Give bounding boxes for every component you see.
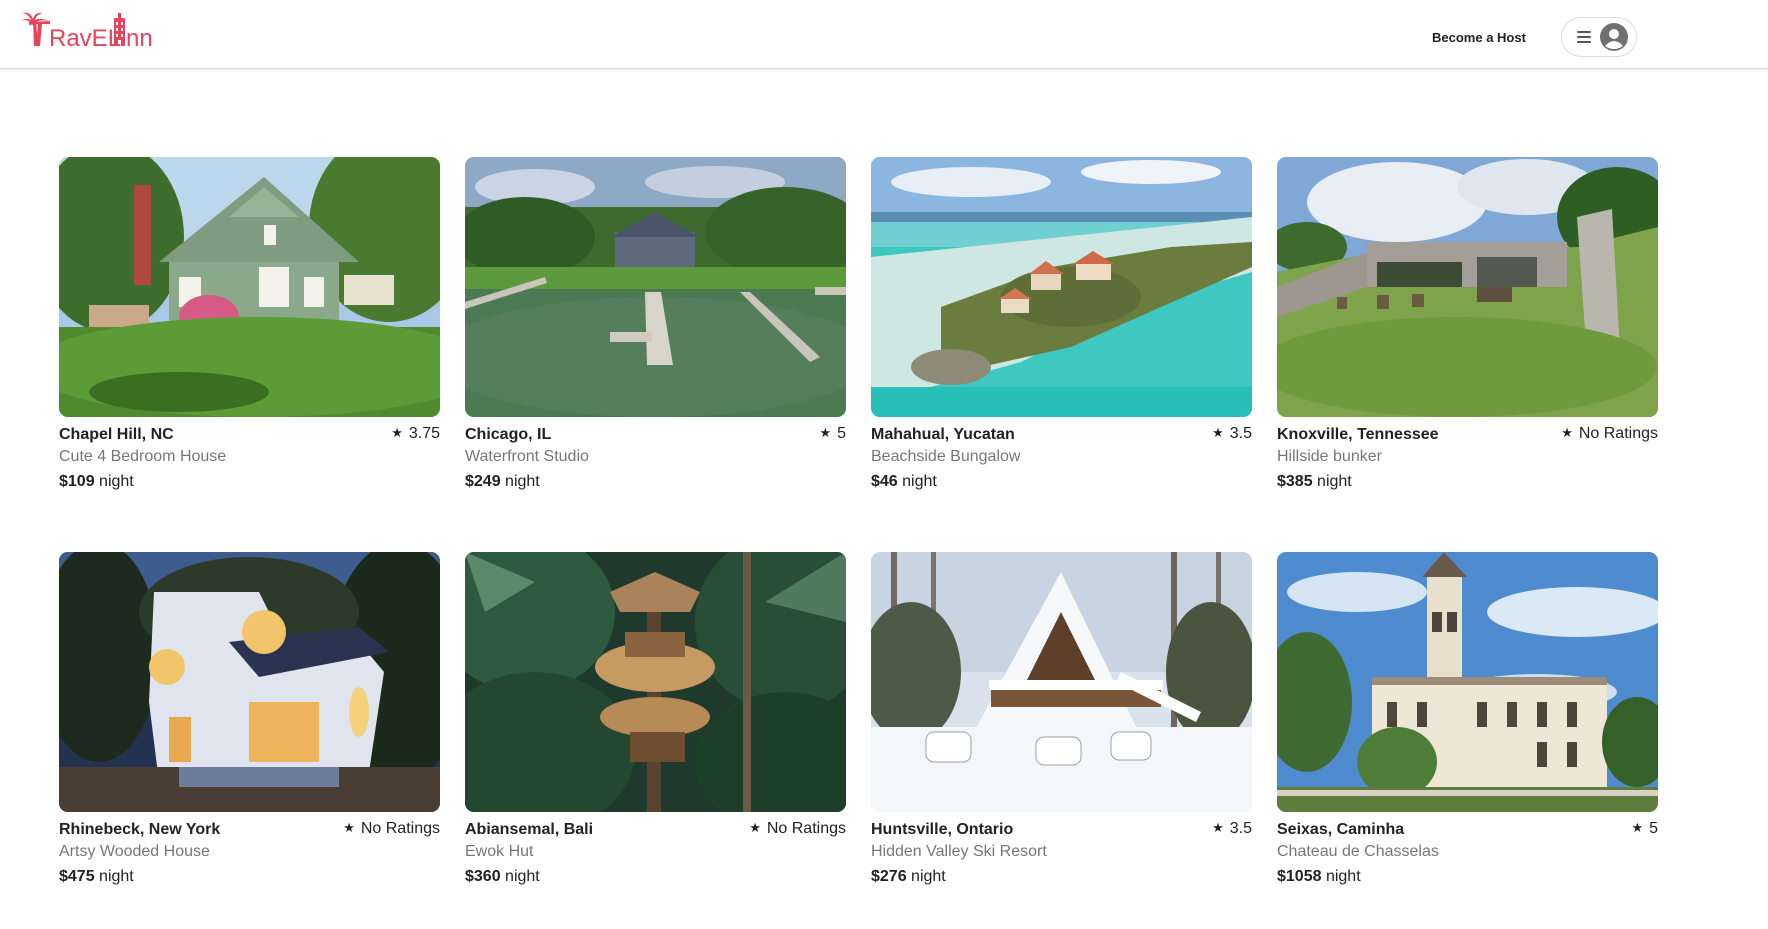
listing-location: Knoxville, Tennessee <box>1277 426 1439 443</box>
listing-photo[interactable] <box>465 157 846 417</box>
listing-photo[interactable] <box>1277 552 1658 812</box>
listing-title: Beachside Bungalow <box>871 448 1021 465</box>
price-unit: night <box>902 473 937 490</box>
rating-value: 5 <box>837 425 846 442</box>
listing-title: Ewok Hut <box>465 843 534 860</box>
listing-rating: ★ 3.5 <box>1212 820 1252 838</box>
listing-title: Artsy Wooded House <box>59 843 210 860</box>
listing-price: $475 night <box>59 868 134 886</box>
star-icon: ★ <box>1631 820 1644 835</box>
listing-card[interactable]: Seixas, Caminha ★ 5 Chateau de Chasselas … <box>1277 552 1658 892</box>
listing-photo[interactable] <box>465 552 846 812</box>
listing-price: $249 night <box>465 473 540 491</box>
user-avatar-icon <box>1600 23 1628 51</box>
price-unit: night <box>1317 473 1352 490</box>
listing-title: Waterfront Studio <box>465 448 589 465</box>
listing-photo[interactable] <box>59 552 440 812</box>
listing-photo[interactable] <box>871 552 1252 812</box>
svg-text:nn: nn <box>126 25 153 52</box>
listing-price: $276 night <box>871 868 946 886</box>
hamburger-menu-icon <box>1577 31 1591 43</box>
listing-title: Hidden Valley Ski Resort <box>871 843 1047 860</box>
price-unit: night <box>99 473 134 490</box>
travelinn-logo[interactable]: RavEL nn <box>20 8 160 52</box>
price-amount: $46 <box>871 473 898 490</box>
price-unit: night <box>1325 868 1361 885</box>
price-unit: night <box>911 868 946 885</box>
price-amount: $249 <box>465 473 501 490</box>
star-icon: ★ <box>749 820 761 835</box>
lakefront-dock-photo <box>465 157 846 417</box>
price-amount: $276 <box>871 868 907 885</box>
listing-location: Mahahual, Yucatan <box>871 426 1015 443</box>
listing-price: $46 night <box>871 473 937 491</box>
listing-price: $360 night <box>465 868 540 886</box>
rating-value: No Ratings <box>360 820 440 837</box>
listing-rating: ★ 3.5 <box>1212 425 1252 443</box>
star-icon: ★ <box>819 425 832 440</box>
price-unit: night <box>505 868 540 885</box>
listing-photo[interactable] <box>1277 157 1658 417</box>
star-icon: ★ <box>1212 820 1224 835</box>
price-unit: night <box>99 868 134 885</box>
listing-location: Abiansemal, Bali <box>465 821 594 838</box>
rating-value: 5 <box>1649 820 1658 837</box>
concrete-bunker-photo <box>1277 157 1658 417</box>
snowy-a-frame-photo <box>871 552 1252 812</box>
svg-text:RavEL: RavEL <box>49 25 121 52</box>
star-icon: ★ <box>391 425 403 440</box>
listing-card[interactable]: Huntsville, Ontario ★ 3.5 Hidden Valley S… <box>871 552 1252 892</box>
listing-card[interactable]: Chicago, IL ★ 5 Waterfront Studio $249 ni… <box>465 157 846 497</box>
price-amount: $360 <box>465 868 501 885</box>
rating-value: No Ratings <box>1578 425 1658 442</box>
price-amount: $385 <box>1277 473 1313 490</box>
listing-price: $385 night <box>1277 473 1352 491</box>
listing-location: Huntsville, Ontario <box>871 821 1014 838</box>
listing-rating: ★ No Ratings <box>343 820 440 838</box>
listing-location: Chicago, IL <box>465 426 552 443</box>
listing-rating: ★ 5 <box>819 425 846 443</box>
green-farmhouse-photo <box>59 157 440 417</box>
listing-photo[interactable] <box>871 157 1252 417</box>
rating-value: 3.75 <box>408 425 440 442</box>
listing-photo[interactable] <box>59 157 440 417</box>
price-amount: $109 <box>59 473 95 490</box>
listing-card[interactable]: Chapel Hill, NC ★ 3.75 Cute 4 Bedroom Hou… <box>59 157 440 497</box>
listing-card[interactable]: Rhinebeck, New York ★ No Ratings Artsy Wo… <box>59 552 440 892</box>
chateau-tower-photo <box>1277 552 1658 812</box>
price-unit: night <box>505 473 540 490</box>
jungle-treehouse-photo <box>465 552 846 812</box>
price-amount: $475 <box>59 868 95 885</box>
modern-white-house-photo <box>59 552 440 812</box>
listing-card[interactable]: Knoxville, Tennessee ★ No Ratings Hillsid… <box>1277 157 1658 497</box>
listing-price: $1058 night <box>1277 868 1361 886</box>
top-navbar: RavEL nn Become a Host <box>0 0 1768 69</box>
listing-title: Chateau de Chasselas <box>1277 843 1439 860</box>
rating-value: 3.5 <box>1229 820 1252 837</box>
listing-rating: ★ No Ratings <box>1561 425 1658 443</box>
listing-price: $109 night <box>59 473 134 491</box>
listing-title: Cute 4 Bedroom House <box>59 448 227 465</box>
star-icon: ★ <box>1212 425 1224 440</box>
listing-location: Chapel Hill, NC <box>59 426 174 443</box>
listing-rating: ★ 3.75 <box>391 425 440 443</box>
listing-title: Hillside bunker <box>1277 448 1382 465</box>
rating-value: 3.5 <box>1229 425 1252 442</box>
become-a-host-link[interactable]: Become a Host <box>1430 22 1528 54</box>
listing-rating: ★ 5 <box>1631 820 1658 838</box>
listing-location: Seixas, Caminha <box>1277 821 1405 838</box>
rating-value: No Ratings <box>766 820 846 837</box>
listing-card[interactable]: Mahahual, Yucatan ★ 3.5 Beachside Bungalo… <box>871 157 1252 497</box>
tropical-island-photo <box>871 157 1252 417</box>
listing-card[interactable]: Abiansemal, Bali ★ No Ratings Ewok Hut $3… <box>465 552 846 892</box>
star-icon: ★ <box>343 820 355 835</box>
price-amount: $1058 <box>1277 868 1322 885</box>
listing-rating: ★ No Ratings <box>749 820 846 838</box>
listing-location: Rhinebeck, New York <box>59 821 221 838</box>
star-icon: ★ <box>1561 425 1573 440</box>
user-menu-button[interactable] <box>1561 17 1637 57</box>
